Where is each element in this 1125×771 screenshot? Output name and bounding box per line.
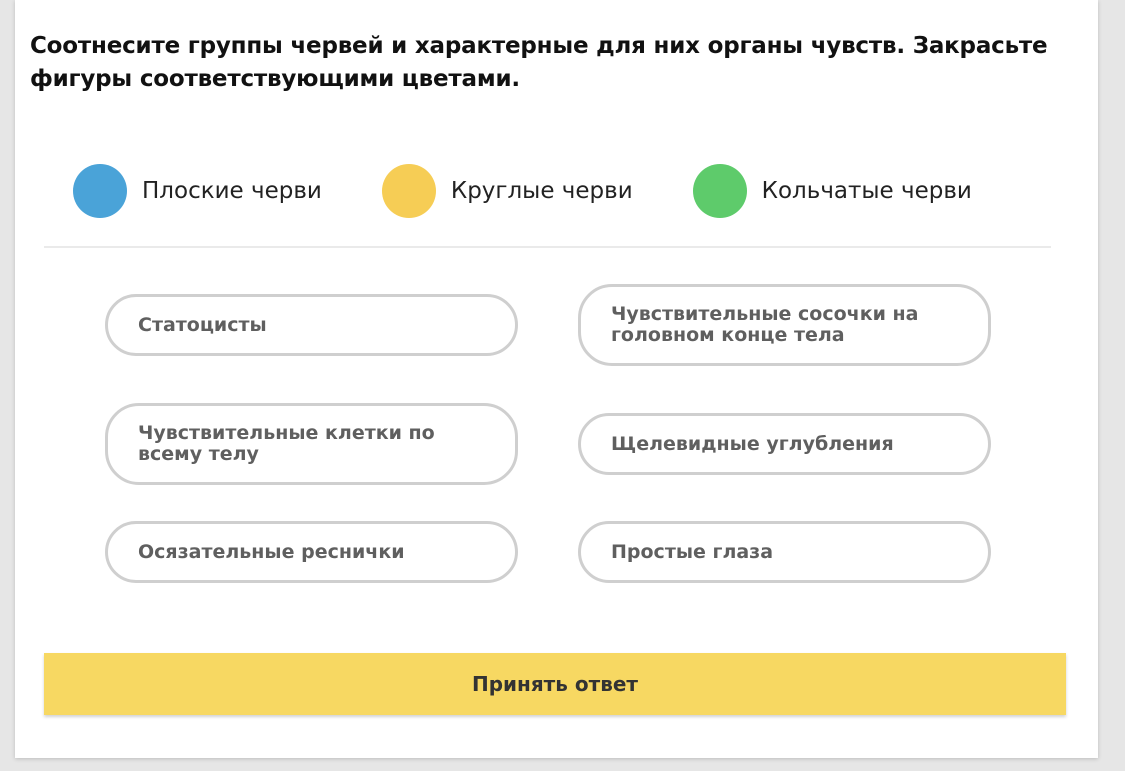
option-sensory-papillae[interactable]: Чувствительные сосочки на головном конце… xyxy=(578,284,991,366)
option-label: Осязательные реснички xyxy=(138,540,405,563)
option-simple-eyes[interactable]: Простые глаза xyxy=(578,521,991,583)
legend-label: Круглые черви xyxy=(450,177,633,204)
option-label: Статоцисты xyxy=(138,313,267,336)
green-color-swatch[interactable] xyxy=(692,163,747,218)
divider xyxy=(44,246,1051,248)
legend-label: Кольчатые черви xyxy=(761,177,972,204)
legend-label: Плоские черви xyxy=(142,177,322,204)
task-card: Соотнесите группы червей и характерные д… xyxy=(15,0,1098,758)
option-sensory-cells[interactable]: Чувствительные клетки по всему телу xyxy=(105,403,518,485)
option-statocysts[interactable]: Статоцисты xyxy=(105,294,518,356)
submit-answer-button[interactable]: Принять ответ xyxy=(44,653,1066,715)
legend-item-flatworms[interactable]: Плоские черви xyxy=(73,163,322,218)
option-label: Чувствительные клетки по всему телу xyxy=(138,422,435,465)
yellow-color-swatch[interactable] xyxy=(381,163,436,218)
option-slit-grooves[interactable]: Щелевидные углубления xyxy=(578,413,991,475)
legend-item-annelids[interactable]: Кольчатые черви xyxy=(692,163,972,218)
option-tactile-cilia[interactable]: Осязательные реснички xyxy=(105,521,518,583)
blue-color-swatch[interactable] xyxy=(73,163,127,218)
question-text: Соотнесите группы червей и характерные д… xyxy=(30,33,1048,92)
legend-item-roundworms[interactable]: Круглые черви xyxy=(381,163,633,218)
option-label: Простые глаза xyxy=(611,540,774,563)
option-label: Щелевидные углубления xyxy=(611,432,894,455)
color-legend: Плоские черви Круглые черви Кольчатые че… xyxy=(73,163,1032,218)
option-label: Чувствительные сосочки на головном конце… xyxy=(611,303,919,346)
